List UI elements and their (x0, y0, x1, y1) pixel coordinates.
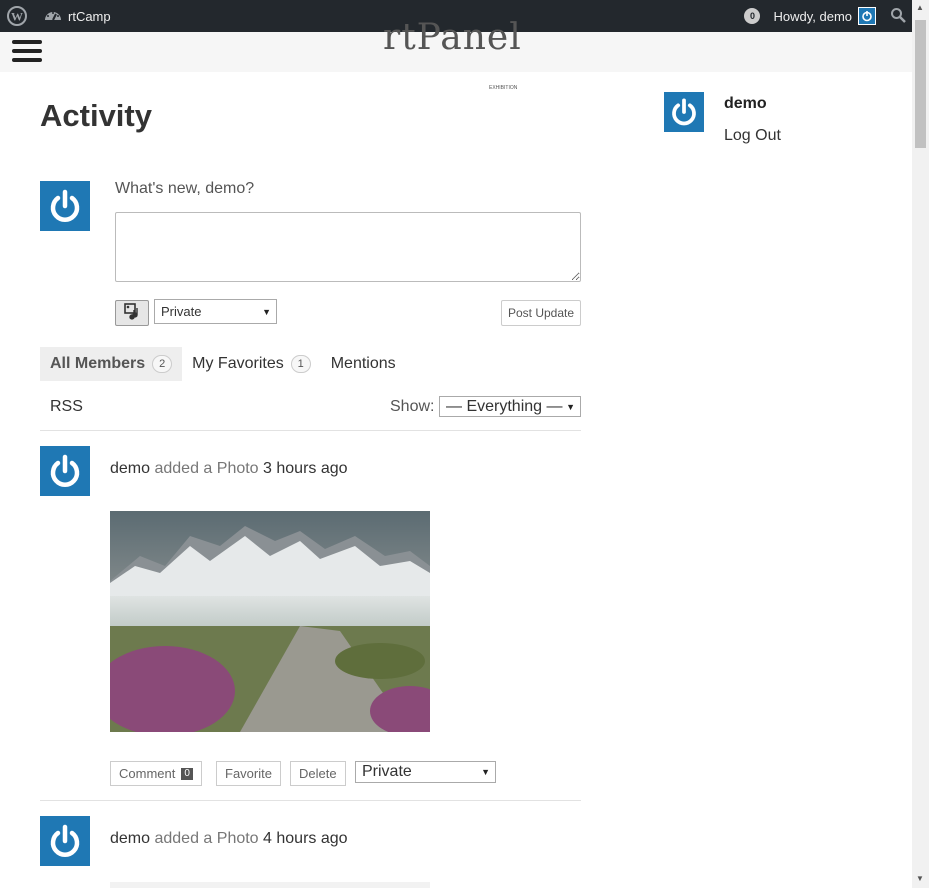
activity-header: demo added a Photo 3 hours ago (110, 460, 348, 478)
logout-link[interactable]: Log Out (724, 127, 781, 145)
delete-button[interactable]: Delete (290, 761, 346, 786)
site-name-menu[interactable]: rtCamp (44, 0, 111, 32)
scrollbar[interactable]: ▲ ▼ (912, 0, 929, 888)
page-title: Activity (40, 98, 152, 133)
comment-count-badge: 0 (181, 767, 193, 780)
activity-tabs: All Members 2 My Favorites 1 Mentions (40, 347, 406, 381)
comment-label: Comment (119, 766, 176, 781)
tab-all-members[interactable]: All Members 2 (40, 347, 183, 381)
favorite-button[interactable]: Favorite (216, 761, 281, 786)
svg-text:W: W (11, 10, 23, 24)
tab-count-badge: 1 (290, 355, 311, 373)
whats-new-textarea[interactable] (115, 212, 581, 282)
hamburger-menu-icon[interactable] (12, 40, 42, 64)
media-upload-icon (123, 302, 141, 325)
tab-label: Mentions (330, 355, 396, 372)
activity-user-link[interactable]: demo (110, 830, 150, 847)
activity-time-link[interactable]: 3 hours ago (263, 460, 348, 477)
site-logo-subtitle: EXHIBITION (489, 85, 518, 91)
scrollbar-thumb[interactable] (915, 20, 926, 148)
scroll-down-arrow-icon[interactable]: ▼ (916, 874, 924, 883)
admin-bar-right: 0 Howdy, demo (744, 0, 906, 32)
comment-button[interactable]: Comment 0 (110, 761, 202, 786)
avatar[interactable] (40, 446, 90, 496)
dropdown-arrow-icon: ▼ (262, 306, 271, 317)
divider (40, 430, 581, 431)
tab-my-favorites[interactable]: My Favorites 1 (182, 347, 321, 381)
activity-privacy-select[interactable]: Private ▼ (355, 761, 496, 783)
activity-filter-value: — Everything — (446, 397, 563, 415)
activity-filter-select[interactable]: — Everything — ▼ (439, 396, 581, 417)
avatar[interactable] (40, 181, 90, 231)
activity-action-text: added a Photo (154, 460, 259, 477)
add-media-button[interactable] (115, 300, 149, 326)
scroll-up-arrow-icon[interactable]: ▲ (916, 3, 924, 12)
whats-new-prompt: What's new, demo? (115, 180, 255, 197)
account-avatar[interactable] (858, 7, 876, 25)
privacy-select[interactable]: Private ▼ (154, 299, 277, 324)
dropdown-arrow-icon: ▼ (481, 767, 490, 777)
tab-label: All Members (50, 355, 146, 372)
tab-mentions[interactable]: Mentions (321, 347, 406, 381)
activity-photo[interactable] (110, 511, 430, 732)
dashboard-icon (44, 8, 62, 25)
activity-photo[interactable] (110, 882, 430, 888)
privacy-select-value: Private (161, 304, 202, 319)
activity-user-link[interactable]: demo (110, 460, 150, 477)
activity-privacy-value: Private (362, 763, 412, 780)
tab-count-badge: 2 (152, 355, 173, 373)
sidebar-username[interactable]: demo (724, 95, 767, 113)
divider (40, 800, 581, 801)
howdy-account-link[interactable]: Howdy, demo (773, 9, 852, 24)
post-update-button[interactable]: Post Update (501, 300, 581, 326)
tab-label: My Favorites (192, 355, 284, 372)
rss-link[interactable]: RSS (50, 398, 83, 416)
search-icon[interactable] (890, 7, 906, 26)
site-name-label: rtCamp (68, 8, 111, 24)
activity-time-link[interactable]: 4 hours ago (263, 830, 348, 847)
sidebar-avatar[interactable] (664, 92, 704, 132)
activity-header: demo added a Photo 4 hours ago (110, 830, 348, 848)
show-filter-label: Show: (390, 398, 435, 415)
activity-action-text: added a Photo (154, 830, 259, 847)
dropdown-arrow-icon: ▼ (566, 401, 575, 412)
avatar[interactable] (40, 816, 90, 866)
notification-count-badge[interactable]: 0 (744, 8, 761, 24)
wordpress-logo-icon[interactable]: W (7, 0, 27, 32)
site-logo[interactable]: rtPanel (383, 20, 522, 56)
